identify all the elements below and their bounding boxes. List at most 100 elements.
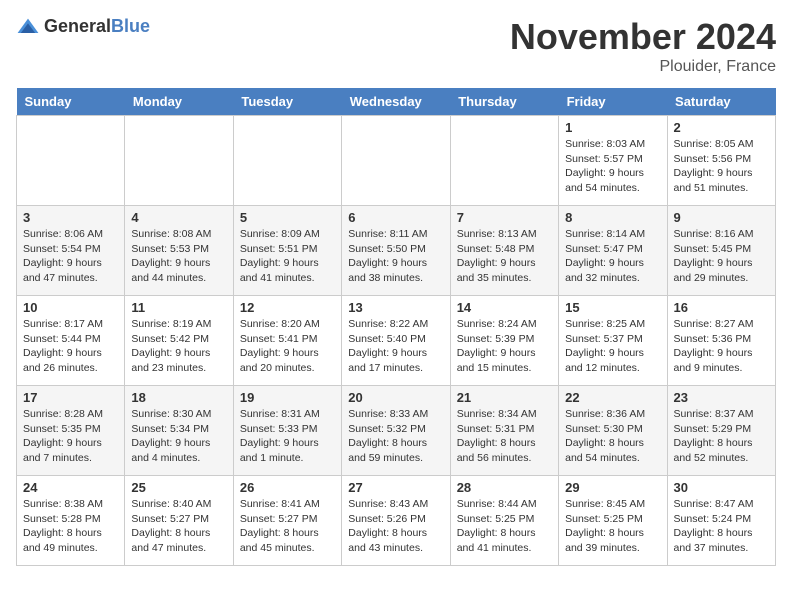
calendar-cell: 17Sunrise: 8:28 AMSunset: 5:35 PMDayligh…	[17, 386, 125, 476]
calendar-cell: 12 Sunrise: 8:20 AMSunset: 5:41 PMDayligh…	[233, 296, 341, 386]
day-info: Sunrise: 8:03 AMSunset: 5:57 PMDaylight:…	[565, 137, 660, 196]
calendar-week-row-3: 17Sunrise: 8:28 AMSunset: 5:35 PMDayligh…	[17, 386, 776, 476]
calendar-week-row-4: 24 Sunrise: 8:38 AMSunset: 5:28 PMDayligh…	[17, 476, 776, 566]
day-number: 21	[457, 390, 552, 405]
calendar-cell: 5Sunrise: 8:09 AMSunset: 5:51 PMDaylight…	[233, 206, 341, 296]
day-number: 11	[131, 300, 226, 315]
day-number: 19	[240, 390, 335, 405]
day-info: Sunrise: 8:16 AMSunset: 5:45 PMDaylight:…	[674, 227, 769, 286]
calendar-week-row-2: 10Sunrise: 8:17 AMSunset: 5:44 PMDayligh…	[17, 296, 776, 386]
day-info: Sunrise: 8:31 AMSunset: 5:33 PMDaylight:…	[240, 407, 335, 466]
calendar-cell: 19 Sunrise: 8:31 AMSunset: 5:33 PMDayligh…	[233, 386, 341, 476]
calendar-cell	[342, 116, 450, 206]
calendar-cell: 20 Sunrise: 8:33 AMSunset: 5:32 PMDayligh…	[342, 386, 450, 476]
day-info: Sunrise: 8:22 AMSunset: 5:40 PMDaylight:…	[348, 317, 443, 376]
day-info: Sunrise: 8:27 AMSunset: 5:36 PMDaylight:…	[674, 317, 769, 376]
header-sunday: Sunday	[17, 88, 125, 116]
day-number: 16	[674, 300, 769, 315]
title-section: November 2024 Plouider, France	[510, 16, 776, 76]
header-saturday: Saturday	[667, 88, 775, 116]
calendar-cell: 24 Sunrise: 8:38 AMSunset: 5:28 PMDayligh…	[17, 476, 125, 566]
day-info: Sunrise: 8:36 AMSunset: 5:30 PMDaylight:…	[565, 407, 660, 466]
day-info: Sunrise: 8:11 AMSunset: 5:50 PMDaylight:…	[348, 227, 443, 286]
day-info: Sunrise: 8:33 AMSunset: 5:32 PMDaylight:…	[348, 407, 443, 466]
calendar-week-row-0: 1 Sunrise: 8:03 AMSunset: 5:57 PMDaylight…	[17, 116, 776, 206]
day-number: 28	[457, 480, 552, 495]
day-info: Sunrise: 8:38 AMSunset: 5:28 PMDaylight:…	[23, 497, 118, 556]
calendar-cell: 6 Sunrise: 8:11 AMSunset: 5:50 PMDaylight…	[342, 206, 450, 296]
calendar-cell: 21Sunrise: 8:34 AMSunset: 5:31 PMDayligh…	[450, 386, 558, 476]
calendar-table: Sunday Monday Tuesday Wednesday Thursday…	[16, 88, 776, 566]
day-number: 30	[674, 480, 769, 495]
header: GeneralBlue November 2024 Plouider, Fran…	[16, 16, 776, 76]
day-info: Sunrise: 8:41 AMSunset: 5:27 PMDaylight:…	[240, 497, 335, 556]
day-info: Sunrise: 8:05 AMSunset: 5:56 PMDaylight:…	[674, 137, 769, 196]
day-number: 24	[23, 480, 118, 495]
header-thursday: Thursday	[450, 88, 558, 116]
day-number: 8	[565, 210, 660, 225]
calendar-cell	[125, 116, 233, 206]
day-info: Sunrise: 8:25 AMSunset: 5:37 PMDaylight:…	[565, 317, 660, 376]
header-friday: Friday	[559, 88, 667, 116]
calendar-cell: 8 Sunrise: 8:14 AMSunset: 5:47 PMDaylight…	[559, 206, 667, 296]
day-info: Sunrise: 8:28 AMSunset: 5:35 PMDaylight:…	[23, 407, 118, 466]
day-info: Sunrise: 8:08 AMSunset: 5:53 PMDaylight:…	[131, 227, 226, 286]
day-number: 29	[565, 480, 660, 495]
day-info: Sunrise: 8:13 AMSunset: 5:48 PMDaylight:…	[457, 227, 552, 286]
day-info: Sunrise: 8:14 AMSunset: 5:47 PMDaylight:…	[565, 227, 660, 286]
day-number: 7	[457, 210, 552, 225]
day-info: Sunrise: 8:43 AMSunset: 5:26 PMDaylight:…	[348, 497, 443, 556]
day-number: 14	[457, 300, 552, 315]
calendar-cell: 18 Sunrise: 8:30 AMSunset: 5:34 PMDayligh…	[125, 386, 233, 476]
calendar-cell: 14 Sunrise: 8:24 AMSunset: 5:39 PMDayligh…	[450, 296, 558, 386]
day-info: Sunrise: 8:19 AMSunset: 5:42 PMDaylight:…	[131, 317, 226, 376]
day-number: 9	[674, 210, 769, 225]
calendar-cell: 13 Sunrise: 8:22 AMSunset: 5:40 PMDayligh…	[342, 296, 450, 386]
day-number: 22	[565, 390, 660, 405]
calendar-cell: 28 Sunrise: 8:44 AMSunset: 5:25 PMDayligh…	[450, 476, 558, 566]
calendar-cell: 22 Sunrise: 8:36 AMSunset: 5:30 PMDayligh…	[559, 386, 667, 476]
calendar-cell: 11 Sunrise: 8:19 AMSunset: 5:42 PMDayligh…	[125, 296, 233, 386]
day-number: 13	[348, 300, 443, 315]
calendar-cell: 15 Sunrise: 8:25 AMSunset: 5:37 PMDayligh…	[559, 296, 667, 386]
header-monday: Monday	[125, 88, 233, 116]
calendar-cell: 3Sunrise: 8:06 AMSunset: 5:54 PMDaylight…	[17, 206, 125, 296]
calendar-header-row: Sunday Monday Tuesday Wednesday Thursday…	[17, 88, 776, 116]
day-number: 27	[348, 480, 443, 495]
day-number: 15	[565, 300, 660, 315]
calendar-cell	[450, 116, 558, 206]
day-info: Sunrise: 8:45 AMSunset: 5:25 PMDaylight:…	[565, 497, 660, 556]
day-info: Sunrise: 8:20 AMSunset: 5:41 PMDaylight:…	[240, 317, 335, 376]
month-title: November 2024	[510, 16, 776, 58]
day-info: Sunrise: 8:37 AMSunset: 5:29 PMDaylight:…	[674, 407, 769, 466]
day-info: Sunrise: 8:24 AMSunset: 5:39 PMDaylight:…	[457, 317, 552, 376]
day-info: Sunrise: 8:17 AMSunset: 5:44 PMDaylight:…	[23, 317, 118, 376]
day-number: 6	[348, 210, 443, 225]
calendar-week-row-1: 3Sunrise: 8:06 AMSunset: 5:54 PMDaylight…	[17, 206, 776, 296]
location-title: Plouider, France	[510, 58, 776, 76]
day-number: 5	[240, 210, 335, 225]
calendar-cell: 10Sunrise: 8:17 AMSunset: 5:44 PMDayligh…	[17, 296, 125, 386]
day-info: Sunrise: 8:40 AMSunset: 5:27 PMDaylight:…	[131, 497, 226, 556]
day-number: 18	[131, 390, 226, 405]
day-number: 26	[240, 480, 335, 495]
day-number: 20	[348, 390, 443, 405]
calendar-cell: 1 Sunrise: 8:03 AMSunset: 5:57 PMDaylight…	[559, 116, 667, 206]
day-number: 25	[131, 480, 226, 495]
calendar-cell: 26 Sunrise: 8:41 AMSunset: 5:27 PMDayligh…	[233, 476, 341, 566]
day-info: Sunrise: 8:06 AMSunset: 5:54 PMDaylight:…	[23, 227, 118, 286]
calendar-cell: 9 Sunrise: 8:16 AMSunset: 5:45 PMDaylight…	[667, 206, 775, 296]
logo: GeneralBlue	[16, 16, 150, 37]
calendar-cell: 23Sunrise: 8:37 AMSunset: 5:29 PMDayligh…	[667, 386, 775, 476]
logo-icon	[16, 17, 40, 37]
day-number: 2	[674, 120, 769, 135]
day-info: Sunrise: 8:30 AMSunset: 5:34 PMDaylight:…	[131, 407, 226, 466]
calendar-cell	[233, 116, 341, 206]
day-info: Sunrise: 8:44 AMSunset: 5:25 PMDaylight:…	[457, 497, 552, 556]
calendar-cell: 16 Sunrise: 8:27 AMSunset: 5:36 PMDayligh…	[667, 296, 775, 386]
calendar-cell: 4 Sunrise: 8:08 AMSunset: 5:53 PMDaylight…	[125, 206, 233, 296]
day-number: 4	[131, 210, 226, 225]
day-number: 1	[565, 120, 660, 135]
day-number: 12	[240, 300, 335, 315]
day-info: Sunrise: 8:47 AMSunset: 5:24 PMDaylight:…	[674, 497, 769, 556]
